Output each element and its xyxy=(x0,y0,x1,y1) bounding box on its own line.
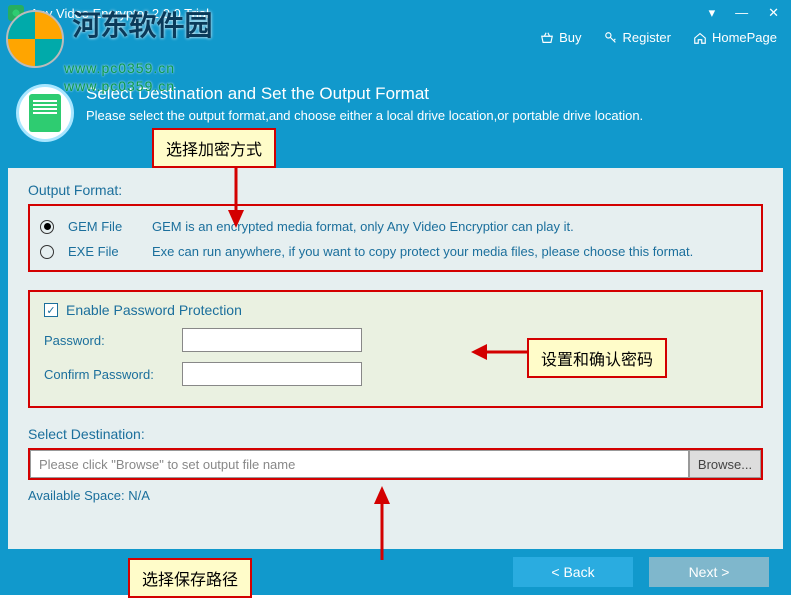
home-icon xyxy=(693,31,707,45)
footer: < Back Next > xyxy=(0,549,791,595)
radio-exe-file[interactable]: EXE File Exe can run anywhere, if you wa… xyxy=(40,239,751,264)
destination-placeholder: Please click "Browse" to set output file… xyxy=(39,457,295,472)
enable-password-label: Enable Password Protection xyxy=(66,302,242,318)
close-button[interactable]: ✕ xyxy=(764,5,783,21)
page-header: Select Destination and Set the Output Fo… xyxy=(0,72,791,148)
browse-button[interactable]: Browse... xyxy=(689,450,761,478)
next-button[interactable]: Next > xyxy=(649,557,769,587)
option-desc: GEM is an encrypted media format, only A… xyxy=(152,219,574,234)
back-button[interactable]: < Back xyxy=(513,557,633,587)
confirm-password-input[interactable] xyxy=(182,362,362,386)
output-format-group: GEM File GEM is an encrypted media forma… xyxy=(28,204,763,272)
basket-icon xyxy=(540,31,554,45)
homepage-label: HomePage xyxy=(712,30,777,45)
destination-input[interactable]: Please click "Browse" to set output file… xyxy=(30,450,689,478)
titlebar: Any Video Encryptor 2.0.0 Trial ▾ — ✕ xyxy=(0,0,791,26)
output-format-label: Output Format: xyxy=(28,182,763,198)
buy-link[interactable]: Buy xyxy=(540,30,581,45)
homepage-link[interactable]: HomePage xyxy=(693,30,777,45)
app-icon xyxy=(8,5,24,21)
option-desc: Exe can run anywhere, if you want to cop… xyxy=(152,244,693,259)
password-group: ✓ Enable Password Protection Password: C… xyxy=(28,290,763,408)
page-title: Select Destination and Set the Output Fo… xyxy=(86,84,643,104)
enable-password-checkbox[interactable]: ✓ Enable Password Protection xyxy=(44,302,747,318)
confirm-password-label: Confirm Password: xyxy=(44,367,174,382)
password-label: Password: xyxy=(44,333,174,348)
radio-icon xyxy=(40,245,54,259)
header-icon xyxy=(16,84,74,142)
destination-label: Select Destination: xyxy=(28,426,763,442)
minimize-button[interactable]: — xyxy=(731,5,752,21)
checkbox-icon: ✓ xyxy=(44,303,58,317)
option-name: GEM File xyxy=(68,219,138,234)
radio-gem-file[interactable]: GEM File GEM is an encrypted media forma… xyxy=(40,214,751,239)
dropdown-icon[interactable]: ▾ xyxy=(705,5,720,21)
register-link[interactable]: Register xyxy=(604,30,671,45)
back-label: < Back xyxy=(551,564,594,580)
next-label: Next > xyxy=(689,564,730,580)
page-subtitle: Please select the output format,and choo… xyxy=(86,108,643,123)
option-name: EXE File xyxy=(68,244,138,259)
key-icon xyxy=(604,31,618,45)
browse-label: Browse... xyxy=(698,457,752,472)
destination-row: Please click "Browse" to set output file… xyxy=(28,448,763,480)
password-input[interactable] xyxy=(182,328,362,352)
register-label: Register xyxy=(623,30,671,45)
window-title: Any Video Encryptor 2.0.0 Trial xyxy=(30,6,705,21)
buy-label: Buy xyxy=(559,30,581,45)
available-space: Available Space: N/A xyxy=(28,488,763,503)
content-panel: Output Format: GEM File GEM is an encryp… xyxy=(8,168,783,549)
menubar: Buy Register HomePage xyxy=(540,30,777,45)
radio-icon xyxy=(40,220,54,234)
